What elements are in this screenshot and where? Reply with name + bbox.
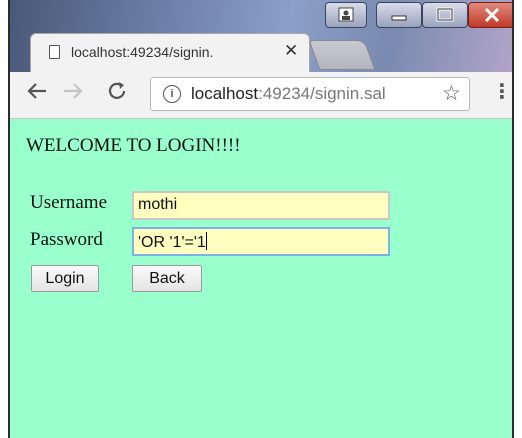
forward-nav-icon[interactable]: [62, 80, 84, 108]
username-input[interactable]: mothi: [132, 191, 390, 220]
login-button[interactable]: Login: [31, 265, 99, 292]
back-button[interactable]: Back: [132, 265, 202, 292]
back-nav-icon[interactable]: [26, 80, 48, 108]
browser-tab[interactable]: localhost:49234/signin. ✕: [30, 33, 310, 72]
text-caret: [205, 232, 207, 250]
info-icon[interactable]: i: [163, 85, 181, 103]
reload-icon[interactable]: [106, 80, 128, 108]
username-value: mothi: [138, 196, 178, 213]
profile-button[interactable]: [325, 2, 367, 28]
page-content: WELCOME TO LOGIN!!!! Username mothi Pass…: [10, 119, 512, 438]
bookmark-star-icon[interactable]: ☆: [442, 81, 461, 106]
url-path: :49234/signin.sal: [258, 84, 386, 103]
minimize-icon: [391, 15, 407, 21]
url-host: localhost: [191, 84, 259, 103]
username-label: Username: [30, 192, 108, 213]
tab-close-icon[interactable]: ✕: [284, 41, 298, 61]
address-bar[interactable]: i localhost:49234/signin.sal ☆: [150, 77, 470, 111]
welcome-heading: WELCOME TO LOGIN!!!!: [26, 135, 241, 156]
tab-title: localhost:49234/signin.: [71, 44, 214, 60]
new-tab-button[interactable]: [308, 40, 376, 70]
url-text[interactable]: localhost:49234/signin.sal: [191, 84, 431, 104]
user-icon: [338, 7, 354, 22]
menu-vertical-dots-icon[interactable]: ⋮: [492, 79, 512, 103]
close-window-button[interactable]: [468, 2, 512, 28]
maximize-icon: [436, 7, 454, 22]
password-label: Password: [30, 229, 103, 250]
title-bar: localhost:49234/signin. ✕: [10, 0, 512, 72]
browser-toolbar: i localhost:49234/signin.sal ☆ ⋮: [10, 72, 512, 119]
maximize-button[interactable]: [422, 2, 468, 28]
page-icon: [49, 45, 60, 59]
close-icon: [484, 7, 500, 23]
password-input[interactable]: 'OR '1'='1: [132, 227, 390, 256]
minimize-button[interactable]: [376, 2, 422, 28]
browser-window: localhost:49234/signin. ✕ i localhost:49…: [8, 0, 514, 438]
password-value: 'OR '1'='1: [138, 234, 206, 251]
